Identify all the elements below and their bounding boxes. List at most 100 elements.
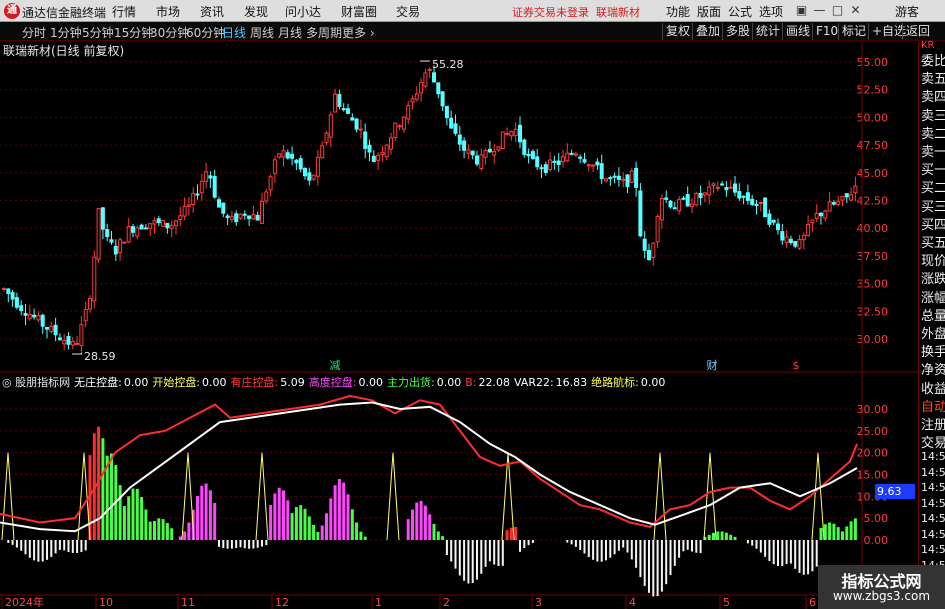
- side-panel-item[interactable]: 买一: [921, 159, 945, 178]
- candle-down: [432, 72, 436, 83]
- period-tab[interactable]: 更多 ›: [342, 24, 375, 41]
- candle-up: [62, 340, 67, 345]
- side-panel-item[interactable]: 卖四: [921, 86, 945, 105]
- side-panel-item[interactable]: 买五: [921, 232, 945, 251]
- indicator-neg-bar: [669, 540, 672, 576]
- toolbar-button[interactable]: 返回: [902, 23, 933, 40]
- side-panel-item[interactable]: 卖三: [921, 105, 945, 124]
- side-panel-item[interactable]: 14:56: [921, 497, 945, 510]
- side-panel-item[interactable]: 涨跌: [921, 268, 945, 287]
- top-right-item[interactable]: 功能: [666, 3, 690, 20]
- side-panel-item[interactable]: 卖二: [921, 123, 945, 142]
- side-panel-item[interactable]: 14:56: [921, 481, 945, 494]
- top-right-item[interactable]: 版面: [697, 3, 721, 20]
- candle-down: [819, 212, 823, 217]
- side-panel-item[interactable]: 买四: [921, 214, 945, 233]
- side-panel-item[interactable]: 涨幅: [921, 287, 945, 306]
- candle-up: [629, 170, 634, 183]
- indicator-neg-bar: [248, 540, 251, 549]
- indicator-bar: [213, 502, 217, 540]
- candle-down: [733, 183, 737, 193]
- indicator-bar: [845, 526, 849, 540]
- period-tab[interactable]: 30分钟: [150, 24, 189, 41]
- top-menu-item[interactable]: 问小达: [285, 3, 321, 20]
- side-panel-item[interactable]: 注册: [921, 414, 945, 433]
- kline-chart[interactable]: 55.0052.5050.0047.5045.0042.5040.0037.50…: [0, 42, 918, 609]
- period-tab[interactable]: 分时: [22, 24, 46, 41]
- indicator-neg-bar: [63, 540, 66, 551]
- side-panel-item[interactable]: 换手: [921, 341, 945, 360]
- side-panel-item[interactable]: 净资: [921, 359, 945, 378]
- period-tab[interactable]: 月线: [278, 24, 302, 41]
- indicator-bar: [204, 483, 208, 540]
- window-button-icon[interactable]: —: [812, 2, 827, 18]
- toolbar-button[interactable]: 多股: [722, 23, 753, 40]
- indicator-bar: [853, 518, 857, 540]
- candle-down: [552, 160, 557, 163]
- candle-up: [406, 104, 411, 120]
- top-menu-item[interactable]: 市场: [156, 3, 180, 20]
- window-button-icon[interactable]: ▣: [794, 2, 809, 18]
- side-panel-item[interactable]: 总量: [921, 305, 945, 324]
- side-panel-item[interactable]: 14:56: [921, 466, 945, 479]
- side-panel-item[interactable]: 买三: [921, 196, 945, 215]
- candle-up: [492, 150, 497, 156]
- side-panel-item[interactable]: 自动: [921, 396, 945, 415]
- side-panel-item[interactable]: 买二: [921, 177, 945, 196]
- candle-down: [844, 193, 849, 198]
- side-panel-item[interactable]: 14:56: [921, 512, 945, 525]
- side-panel-item[interactable]: 14:56: [921, 450, 945, 463]
- toolbar-button[interactable]: 标记: [838, 23, 869, 40]
- date-axis-label: 11: [181, 596, 195, 609]
- top-right-item[interactable]: 选项: [759, 3, 783, 20]
- period-tab[interactable]: 5分钟: [82, 24, 114, 41]
- period-tab[interactable]: 周线: [250, 24, 274, 41]
- indicator-neg-bar: [639, 540, 642, 578]
- side-panel-item[interactable]: 卖一: [921, 141, 945, 160]
- candle-down: [616, 175, 621, 180]
- period-tab[interactable]: 60分钟: [186, 24, 225, 41]
- side-panel-item[interactable]: 卖五: [921, 68, 945, 87]
- period-tab[interactable]: 15分钟: [114, 24, 153, 41]
- top-menu-item[interactable]: 资讯: [200, 3, 224, 20]
- candle-up: [315, 156, 320, 177]
- side-panel-item[interactable]: 现价: [921, 250, 945, 269]
- event-marker[interactable]: 财: [707, 358, 718, 372]
- date-axis-label: 10: [99, 596, 113, 609]
- period-tab[interactable]: 多周期: [306, 24, 342, 41]
- side-panel-item[interactable]: 外盘: [921, 323, 945, 342]
- indicator-value: 高度控盘: 0.00: [308, 376, 383, 389]
- side-panel-item[interactable]: 14:56: [921, 543, 945, 556]
- candle-up: [49, 325, 54, 332]
- toolbar-button[interactable]: 复权: [662, 23, 693, 40]
- toolbar-button[interactable]: 叠加: [692, 23, 723, 40]
- top-menu-item[interactable]: 交易: [396, 3, 420, 20]
- top-menu-item[interactable]: 财富圈: [341, 3, 377, 20]
- period-tab[interactable]: 日线: [222, 24, 246, 41]
- top-menu-item[interactable]: 发现: [244, 3, 268, 20]
- window-button-icon[interactable]: □: [830, 2, 845, 18]
- login-warning[interactable]: 证券交易未登录 联瑞新材: [512, 4, 640, 20]
- side-panel-item[interactable]: 委比: [921, 50, 945, 69]
- event-marker[interactable]: 减: [330, 359, 341, 372]
- top-right-item[interactable]: 公式: [728, 3, 752, 20]
- window-button-icon[interactable]: ✕: [848, 2, 863, 18]
- guest-label[interactable]: 游客: [895, 3, 919, 20]
- toolbar-button[interactable]: 画线: [782, 23, 813, 40]
- indicator-value: VAR22: 16.83: [513, 376, 588, 389]
- candle-up: [268, 176, 273, 191]
- side-panel-item[interactable]: 收益: [921, 378, 945, 397]
- candle-down: [530, 151, 535, 159]
- side-panel-item[interactable]: 14:56: [921, 528, 945, 541]
- watermark-url: www.zbgs3.com: [832, 589, 931, 603]
- indicator-neg-bar: [643, 540, 646, 586]
- period-tab[interactable]: 1分钟: [50, 24, 82, 41]
- event-marker[interactable]: $: [793, 359, 800, 372]
- indicator-bar: [411, 509, 414, 540]
- toolbar-button[interactable]: 统计: [752, 23, 783, 40]
- toolbar-button[interactable]: F10: [812, 23, 841, 40]
- top-menu-item[interactable]: 行情: [112, 3, 136, 20]
- candle-down: [776, 223, 780, 231]
- side-panel-item[interactable]: 交易: [921, 432, 945, 451]
- candle-down: [578, 156, 583, 159]
